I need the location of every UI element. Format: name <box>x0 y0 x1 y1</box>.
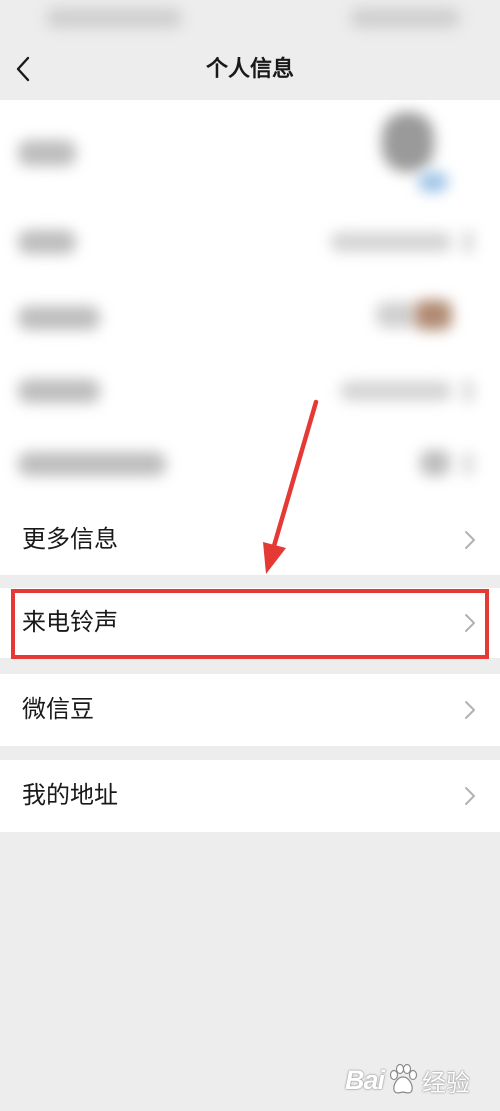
menu-item-my-address[interactable]: 我的地址 <box>0 760 500 832</box>
qr-code-icon <box>420 450 450 476</box>
row-label-blurred <box>18 452 166 476</box>
profile-row-blurred[interactable] <box>0 100 500 200</box>
menu-item-more-info[interactable]: 更多信息 <box>0 505 500 575</box>
paw-icon <box>389 1063 418 1094</box>
page-title: 个人信息 <box>205 56 294 81</box>
status-bar-left-blurred <box>46 8 182 28</box>
row-value-blurred <box>376 302 416 328</box>
watermark-brand: Bai <box>345 1064 385 1095</box>
chevron-right-icon <box>465 787 475 805</box>
chevron-right-icon <box>462 379 474 403</box>
row-label-blurred <box>18 379 100 403</box>
menu-item-wechat-beans[interactable]: 微信豆 <box>0 674 500 746</box>
row-value-blurred <box>330 232 452 252</box>
highlight-box-annotation <box>11 589 489 659</box>
avatar <box>382 112 434 172</box>
row-image-blurred <box>414 300 452 330</box>
profile-row-blurred[interactable] <box>0 355 500 428</box>
menu-item-label: 更多信息 <box>22 526 118 553</box>
avatar-badge-blurred <box>418 172 448 192</box>
row-label-blurred <box>18 140 76 166</box>
chevron-right-icon <box>465 531 475 549</box>
profile-group: 更多信息 <box>0 100 500 575</box>
menu-item-label: 我的地址 <box>22 782 118 809</box>
chevron-right-icon <box>462 230 474 254</box>
menu-item-label: 微信豆 <box>22 696 94 723</box>
row-label-blurred <box>18 230 76 254</box>
status-bar <box>0 0 500 38</box>
profile-row-blurred[interactable] <box>0 280 500 355</box>
row-value-blurred <box>340 381 452 401</box>
profile-row-blurred[interactable] <box>0 200 500 280</box>
baidu-watermark: Bai 经验 <box>345 1058 495 1102</box>
chevron-right-icon <box>462 452 474 476</box>
nav-header: 个人信息 <box>0 40 500 98</box>
profile-row-blurred[interactable] <box>0 428 500 500</box>
row-label-blurred <box>18 306 100 330</box>
watermark-suffix: 经验 <box>422 1069 471 1097</box>
chevron-right-icon <box>465 701 475 719</box>
status-bar-right-blurred <box>350 8 460 28</box>
